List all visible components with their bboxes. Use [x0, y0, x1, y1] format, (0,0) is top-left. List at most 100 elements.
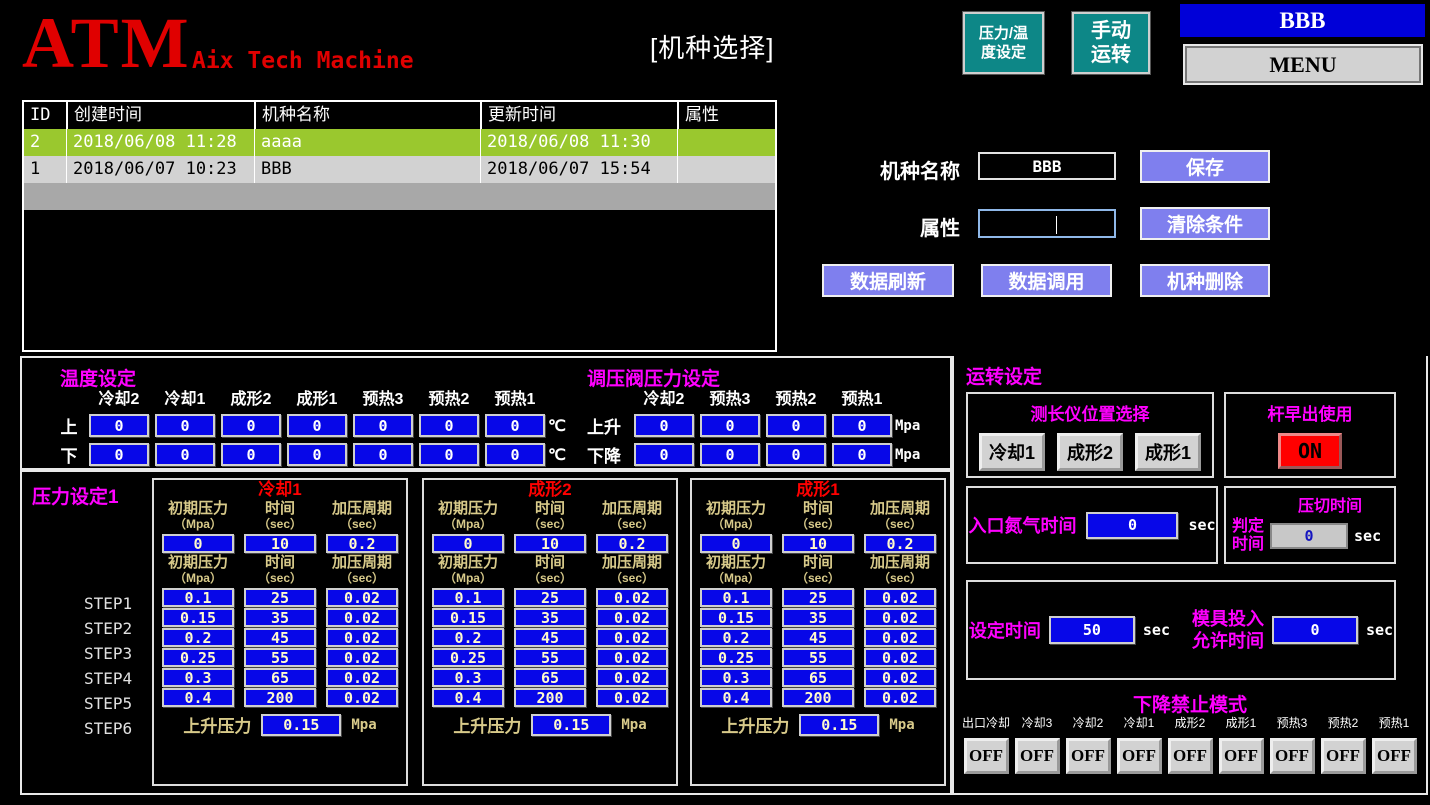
init-value-field[interactable]: 0.2: [326, 534, 398, 553]
data-recall-button[interactable]: 数据调用: [981, 264, 1112, 297]
step-time-field[interactable]: 45: [244, 628, 316, 647]
length-gauge-cooling1-button[interactable]: 冷却1: [979, 433, 1045, 471]
temp-upper-field[interactable]: 0: [419, 414, 479, 437]
descend-toggle-button[interactable]: OFF: [1015, 738, 1060, 774]
table-row-selected[interactable]: 2 2018/06/08 11:28 aaaa 2018/06/08 11:30: [24, 129, 775, 156]
descend-toggle-button[interactable]: OFF: [1168, 738, 1213, 774]
descend-toggle-button[interactable]: OFF: [1270, 738, 1315, 774]
step-cycle-field[interactable]: 0.02: [596, 668, 668, 687]
step-pressure-field[interactable]: 0.4: [162, 688, 234, 707]
mold-allow-field[interactable]: 0: [1272, 616, 1358, 644]
init-value-field[interactable]: 10: [244, 534, 316, 553]
manual-operation-button[interactable]: 手动 运转: [1072, 12, 1150, 74]
length-gauge-forming2-button[interactable]: 成形2: [1057, 433, 1123, 471]
step-time-field[interactable]: 55: [782, 648, 854, 667]
step-cycle-field[interactable]: 0.02: [864, 588, 936, 607]
save-button[interactable]: 保存: [1140, 150, 1270, 183]
step-cycle-field[interactable]: 0.02: [864, 628, 936, 647]
nitrogen-field[interactable]: 0: [1086, 512, 1178, 539]
valve-fall-field[interactable]: 0: [766, 443, 826, 466]
descend-toggle-button[interactable]: OFF: [1066, 738, 1111, 774]
init-value-field[interactable]: 0.2: [864, 534, 936, 553]
step-pressure-field[interactable]: 0.3: [700, 668, 772, 687]
step-cycle-field[interactable]: 0.02: [326, 608, 398, 627]
step-cycle-field[interactable]: 0.02: [864, 668, 936, 687]
step-cycle-field[interactable]: 0.02: [596, 628, 668, 647]
rise-pressure-field[interactable]: 0.15: [531, 714, 611, 736]
step-time-field[interactable]: 45: [514, 628, 586, 647]
step-cycle-field[interactable]: 0.02: [326, 628, 398, 647]
init-value-field[interactable]: 0: [700, 534, 772, 553]
step-pressure-field[interactable]: 0.4: [700, 688, 772, 707]
step-cycle-field[interactable]: 0.02: [596, 608, 668, 627]
descend-toggle-button[interactable]: OFF: [1117, 738, 1162, 774]
valve-fall-field[interactable]: 0: [832, 443, 892, 466]
step-pressure-field[interactable]: 0.2: [432, 628, 504, 647]
step-time-field[interactable]: 45: [782, 628, 854, 647]
pressure-temp-setting-button[interactable]: 压力/温 度设定: [963, 12, 1044, 74]
set-time-field[interactable]: 50: [1049, 616, 1135, 644]
step-cycle-field[interactable]: 0.02: [596, 648, 668, 667]
temp-lower-field[interactable]: 0: [353, 443, 413, 466]
step-time-field[interactable]: 200: [514, 688, 586, 707]
step-time-field[interactable]: 25: [782, 588, 854, 607]
temp-lower-field[interactable]: 0: [485, 443, 545, 466]
step-pressure-field[interactable]: 0.2: [162, 628, 234, 647]
temp-upper-field[interactable]: 0: [287, 414, 347, 437]
init-value-field[interactable]: 10: [514, 534, 586, 553]
step-time-field[interactable]: 25: [514, 588, 586, 607]
step-cycle-field[interactable]: 0.02: [864, 688, 936, 707]
step-cycle-field[interactable]: 0.02: [326, 668, 398, 687]
step-pressure-field[interactable]: 0.1: [162, 588, 234, 607]
step-pressure-field[interactable]: 0.25: [432, 648, 504, 667]
table-row[interactable]: 1 2018/06/07 10:23 2018/06/07 15:54 BBB: [24, 156, 775, 183]
temp-lower-field[interactable]: 0: [419, 443, 479, 466]
step-pressure-field[interactable]: 0.3: [432, 668, 504, 687]
step-time-field[interactable]: 65: [514, 668, 586, 687]
machine-name-input[interactable]: [980, 154, 1114, 178]
step-pressure-field[interactable]: 0.25: [162, 648, 234, 667]
step-pressure-field[interactable]: 0.4: [432, 688, 504, 707]
temp-upper-field[interactable]: 0: [221, 414, 281, 437]
step-cycle-field[interactable]: 0.02: [864, 608, 936, 627]
step-pressure-field[interactable]: 0.1: [700, 588, 772, 607]
temp-upper-field[interactable]: 0: [155, 414, 215, 437]
step-pressure-field[interactable]: 0.15: [700, 608, 772, 627]
step-time-field[interactable]: 200: [782, 688, 854, 707]
step-pressure-field[interactable]: 0.15: [432, 608, 504, 627]
valve-fall-field[interactable]: 0: [700, 443, 760, 466]
temp-upper-field[interactable]: 0: [485, 414, 545, 437]
temp-upper-field[interactable]: 0: [89, 414, 149, 437]
valve-rise-field[interactable]: 0: [634, 414, 694, 437]
temp-lower-field[interactable]: 0: [89, 443, 149, 466]
step-time-field[interactable]: 55: [514, 648, 586, 667]
step-cycle-field[interactable]: 0.02: [596, 588, 668, 607]
clear-condition-button[interactable]: 清除条件: [1140, 207, 1270, 240]
valve-rise-field[interactable]: 0: [832, 414, 892, 437]
step-time-field[interactable]: 35: [782, 608, 854, 627]
init-value-field[interactable]: 10: [782, 534, 854, 553]
valve-fall-field[interactable]: 0: [634, 443, 694, 466]
step-cycle-field[interactable]: 0.02: [326, 648, 398, 667]
attribute-input[interactable]: [980, 211, 1114, 236]
temp-upper-field[interactable]: 0: [353, 414, 413, 437]
step-pressure-field[interactable]: 0.2: [700, 628, 772, 647]
step-pressure-field[interactable]: 0.3: [162, 668, 234, 687]
init-value-field[interactable]: 0: [162, 534, 234, 553]
step-time-field[interactable]: 65: [244, 668, 316, 687]
descend-toggle-button[interactable]: OFF: [1321, 738, 1366, 774]
table-row-empty[interactable]: [24, 183, 775, 210]
rod-early-toggle[interactable]: ON: [1278, 433, 1342, 469]
step-pressure-field[interactable]: 0.1: [432, 588, 504, 607]
temp-lower-field[interactable]: 0: [155, 443, 215, 466]
init-value-field[interactable]: 0.2: [596, 534, 668, 553]
step-cycle-field[interactable]: 0.02: [326, 588, 398, 607]
step-cycle-field[interactable]: 0.02: [864, 648, 936, 667]
step-time-field[interactable]: 25: [244, 588, 316, 607]
step-time-field[interactable]: 55: [244, 648, 316, 667]
rise-pressure-field[interactable]: 0.15: [261, 714, 341, 736]
descend-toggle-button[interactable]: OFF: [1219, 738, 1264, 774]
descend-toggle-button[interactable]: OFF: [964, 738, 1009, 774]
step-time-field[interactable]: 200: [244, 688, 316, 707]
data-refresh-button[interactable]: 数据刷新: [822, 264, 954, 297]
